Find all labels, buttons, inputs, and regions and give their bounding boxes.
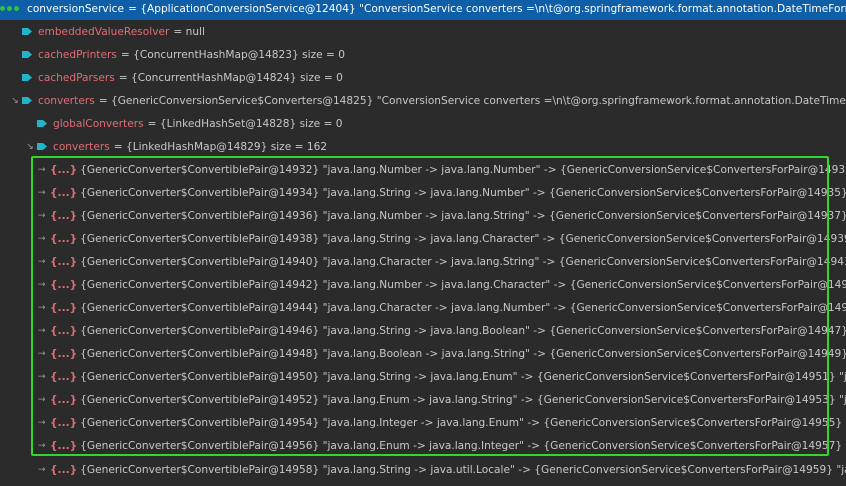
expand-arrow-icon[interactable]: →: [38, 165, 48, 175]
entry-bracket: {...}: [50, 255, 78, 268]
entry-value: {GenericConverter$ConvertiblePair@14954}…: [80, 416, 846, 429]
expand-arrow-icon[interactable]: →: [38, 280, 48, 290]
field-value: = null: [173, 25, 205, 38]
map-entry-row[interactable]: → {...} {GenericConverter$ConvertiblePai…: [0, 365, 846, 388]
field-name: globalConverters: [53, 117, 144, 130]
expand-arrow-icon[interactable]: →: [38, 257, 48, 267]
entry-bracket: {...}: [50, 439, 78, 452]
entry-bracket: {...}: [50, 416, 78, 429]
tree-row-field[interactable]: cachedParsers = {ConcurrentHashMap@14824…: [0, 66, 846, 89]
field-name: cachedPrinters: [38, 48, 117, 61]
entry-value: {GenericConverter$ConvertiblePair@14942}…: [80, 278, 846, 291]
entry-bracket: {...}: [50, 232, 78, 245]
tree-row-field[interactable]: ↘ converters = {LinkedHashMap@14829} siz…: [0, 135, 846, 158]
expand-arrow-icon[interactable]: →: [38, 188, 48, 198]
expand-arrow-icon[interactable]: →: [38, 349, 48, 359]
entry-value: {GenericConverter$ConvertiblePair@14946}…: [80, 324, 846, 337]
entry-bracket: {...}: [50, 347, 78, 360]
tree-row-field[interactable]: ↘ converters = {GenericConversionService…: [0, 89, 846, 112]
expand-arrow-icon[interactable]: →: [38, 465, 48, 475]
entry-value: {GenericConverter$ConvertiblePair@14956}…: [80, 439, 846, 452]
entry-value: {GenericConverter$ConvertiblePair@14958}…: [80, 463, 846, 476]
field-value: = {ConcurrentHashMap@14823} size = 0: [120, 48, 345, 61]
field-name: converters: [38, 94, 95, 107]
map-entry-row[interactable]: → {...} {GenericConverter$ConvertiblePai…: [0, 458, 846, 481]
entry-value: {GenericConverter$ConvertiblePair@14940}…: [80, 255, 846, 268]
watch-dots-icon: [0, 6, 21, 11]
map-entry-row[interactable]: → {...} {GenericConverter$ConvertiblePai…: [0, 227, 846, 250]
field-tag-icon: [22, 73, 33, 82]
entry-bracket: {...}: [50, 186, 78, 199]
tree-row-field[interactable]: embeddedValueResolver = null: [0, 20, 846, 43]
expand-arrow-icon[interactable]: ↘: [10, 96, 20, 106]
entry-bracket: {...}: [50, 370, 78, 383]
map-entry-row[interactable]: → {...} {GenericConverter$ConvertiblePai…: [0, 411, 846, 434]
field-tag-icon: [22, 50, 33, 59]
expand-arrow-icon[interactable]: →: [38, 326, 48, 336]
map-entry-row[interactable]: → {...} {GenericConverter$ConvertiblePai…: [0, 158, 846, 181]
expand-arrow-icon[interactable]: →: [38, 372, 48, 382]
variable-name: conversionService: [27, 2, 124, 15]
field-tag-icon: [37, 142, 48, 151]
field-name: embeddedValueResolver: [38, 25, 170, 38]
map-entry-row[interactable]: → {...} {GenericConverter$ConvertiblePai…: [0, 273, 846, 296]
entry-bracket: {...}: [50, 463, 78, 476]
variable-value: = {ApplicationConversionService@12404} "…: [127, 2, 846, 15]
entry-value: {GenericConverter$ConvertiblePair@14952}…: [80, 393, 846, 406]
entry-value: {GenericConverter$ConvertiblePair@14938}…: [80, 232, 846, 245]
entry-value: {GenericConverter$ConvertiblePair@14934}…: [80, 186, 846, 199]
entry-bracket: {...}: [50, 324, 78, 337]
entry-bracket: {...}: [50, 393, 78, 406]
entry-value: {GenericConverter$ConvertiblePair@14950}…: [80, 370, 846, 383]
expand-arrow-icon[interactable]: →: [38, 418, 48, 428]
field-value: = {GenericConversionService$Converters@1…: [98, 94, 846, 107]
field-value: = {LinkedHashMap@14829} size = 162: [113, 140, 328, 153]
map-entry-row[interactable]: → {...} {GenericConverter$ConvertiblePai…: [0, 388, 846, 411]
expand-arrow-icon[interactable]: →: [38, 234, 48, 244]
field-tag-icon: [37, 119, 48, 128]
entry-value: {GenericConverter$ConvertiblePair@14944}…: [80, 301, 846, 314]
map-entry-row[interactable]: → {...} {GenericConverter$ConvertiblePai…: [0, 319, 846, 342]
entry-value: {GenericConverter$ConvertiblePair@14948}…: [80, 347, 846, 360]
map-entry-row[interactable]: → {...} {GenericConverter$ConvertiblePai…: [0, 250, 846, 273]
field-tag-icon: [22, 96, 33, 105]
expand-arrow-icon[interactable]: →: [38, 303, 48, 313]
field-value: = {ConcurrentHashMap@14824} size = 0: [118, 71, 343, 84]
tree-row-conversion-service[interactable]: conversionService = {ApplicationConversi…: [0, 0, 846, 20]
expand-arrow-icon[interactable]: ↘: [25, 142, 35, 152]
field-tag-icon: [22, 27, 33, 36]
expand-arrow-icon[interactable]: →: [38, 211, 48, 221]
map-entry-row[interactable]: → {...} {GenericConverter$ConvertiblePai…: [0, 296, 846, 319]
map-entry-row[interactable]: → {...} {GenericConverter$ConvertiblePai…: [0, 342, 846, 365]
entry-bracket: {...}: [50, 163, 78, 176]
entry-value: {GenericConverter$ConvertiblePair@14932}…: [80, 163, 846, 176]
tree-row-field[interactable]: cachedPrinters = {ConcurrentHashMap@1482…: [0, 43, 846, 66]
expand-arrow-icon[interactable]: →: [38, 395, 48, 405]
entry-value: {GenericConverter$ConvertiblePair@14936}…: [80, 209, 846, 222]
entry-bracket: {...}: [50, 301, 78, 314]
map-entry-row[interactable]: → {...} {GenericConverter$ConvertiblePai…: [0, 434, 846, 457]
expand-arrow-icon[interactable]: →: [38, 441, 48, 451]
field-name: converters: [53, 140, 110, 153]
field-value: = {LinkedHashSet@14828} size = 0: [147, 117, 343, 130]
tree-row-field[interactable]: globalConverters = {LinkedHashSet@14828}…: [0, 112, 846, 135]
field-name: cachedParsers: [38, 71, 115, 84]
entry-bracket: {...}: [50, 278, 78, 291]
map-entry-row[interactable]: → {...} {GenericConverter$ConvertiblePai…: [0, 204, 846, 227]
map-entry-row[interactable]: → {...} {GenericConverter$ConvertiblePai…: [0, 181, 846, 204]
entry-bracket: {...}: [50, 209, 78, 222]
